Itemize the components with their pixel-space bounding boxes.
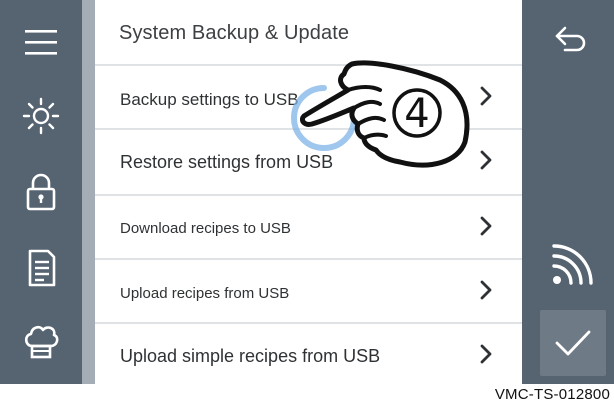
document-icon[interactable] bbox=[16, 246, 66, 290]
row-separator bbox=[95, 258, 522, 260]
device-screen: System Backup & Update Backup settings t… bbox=[0, 0, 614, 384]
chevron-right-icon bbox=[480, 344, 492, 364]
sidebar-divider bbox=[82, 0, 95, 384]
right-sidebar bbox=[522, 0, 614, 384]
menu-item-label: Upload simple recipes from USB bbox=[120, 346, 381, 366]
menu-item-label: Backup settings to USB bbox=[120, 90, 299, 109]
wireless-icon bbox=[552, 244, 593, 285]
chef-hat-icon[interactable] bbox=[16, 320, 66, 364]
brightness-icon[interactable] bbox=[16, 94, 66, 138]
menu-item-download-recipes[interactable]: Download recipes to USB bbox=[95, 194, 522, 258]
menu-item-upload-simple-recipes[interactable]: Upload simple recipes from USB bbox=[95, 322, 522, 386]
menu-item-label: Download recipes to USB bbox=[120, 220, 291, 237]
checkmark-icon bbox=[555, 330, 591, 356]
back-arrow-icon[interactable] bbox=[546, 14, 596, 64]
chevron-right-icon bbox=[480, 280, 492, 300]
menu-item-label: Upload recipes from USB bbox=[120, 285, 290, 302]
document-code: VMC-TS-012800 bbox=[494, 386, 610, 403]
page-title: System Backup & Update bbox=[119, 22, 350, 44]
left-sidebar bbox=[0, 0, 82, 384]
menu-item-upload-recipes[interactable]: Upload recipes from USB bbox=[95, 258, 522, 322]
lock-icon[interactable] bbox=[16, 170, 66, 214]
confirm-button[interactable] bbox=[540, 310, 606, 376]
step-number: 4 bbox=[404, 91, 430, 137]
row-separator bbox=[95, 194, 522, 196]
chevron-right-icon bbox=[480, 216, 492, 236]
menu-icon[interactable] bbox=[16, 20, 66, 64]
row-separator bbox=[95, 322, 522, 324]
